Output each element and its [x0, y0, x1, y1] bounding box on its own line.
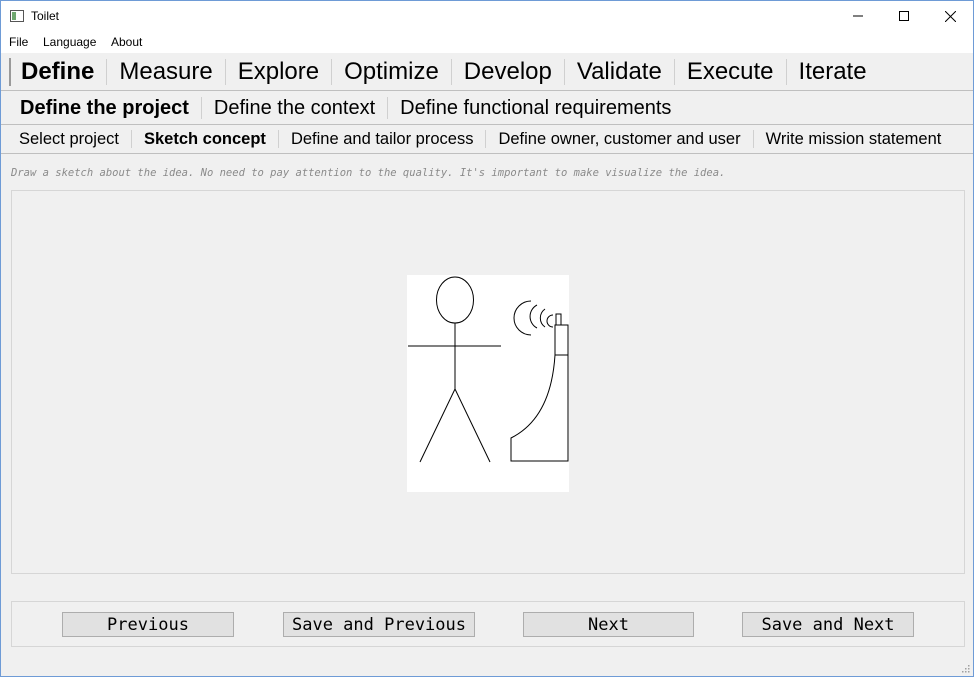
- tab-define-the-project[interactable]: Define the project: [8, 97, 201, 119]
- step-tabs: Select project Sketch concept Define and…: [1, 125, 973, 154]
- app-icon: [10, 10, 24, 22]
- tab-define-owner-customer-user[interactable]: Define owner, customer and user: [485, 129, 752, 149]
- resize-grip-icon[interactable]: [960, 663, 970, 673]
- instruction-text: Draw a sketch about the idea. No need to…: [11, 167, 726, 179]
- navigation-panel: Previous Save and Previous Next Save and…: [11, 601, 965, 647]
- phase-tabs: Define Measure Explore Optimize Develop …: [1, 54, 973, 91]
- tab-write-mission-statement[interactable]: Write mission statement: [752, 129, 954, 149]
- menu-bar: File Language About: [1, 33, 973, 53]
- sensor-wave-3: [529, 304, 538, 329]
- person-head: [436, 276, 474, 324]
- menu-language[interactable]: Language: [43, 35, 96, 49]
- sensor-wave-1: [546, 314, 554, 328]
- close-button[interactable]: [927, 1, 973, 31]
- sketch-image: [407, 275, 569, 492]
- tab-select-project[interactable]: Select project: [7, 130, 131, 148]
- tab-optimize[interactable]: Optimize: [331, 58, 451, 86]
- title-bar: Toilet: [1, 1, 973, 33]
- maximize-icon: [899, 11, 909, 21]
- tab-execute[interactable]: Execute: [673, 58, 786, 86]
- tab-develop[interactable]: Develop: [450, 58, 564, 86]
- tab-validate[interactable]: Validate: [563, 58, 674, 86]
- sensor-wave-2: [539, 308, 546, 328]
- tab-define[interactable]: Define: [9, 58, 106, 85]
- person-right-leg: [454, 388, 491, 463]
- tab-iterate[interactable]: Iterate: [785, 58, 879, 86]
- previous-button[interactable]: Previous: [62, 612, 234, 637]
- close-icon: [944, 10, 956, 22]
- tab-explore[interactable]: Explore: [224, 58, 331, 86]
- sketch-canvas-area[interactable]: [11, 190, 965, 574]
- subphase-tabs: Define the project Define the context De…: [1, 91, 973, 125]
- urinal-outline: [510, 324, 569, 462]
- tab-define-the-context[interactable]: Define the context: [200, 96, 387, 119]
- maximize-button[interactable]: [881, 1, 927, 31]
- tab-define-and-tailor-process[interactable]: Define and tailor process: [277, 129, 486, 149]
- save-and-previous-button[interactable]: Save and Previous: [283, 612, 475, 637]
- minimize-button[interactable]: [835, 1, 881, 31]
- sensor-box: [555, 313, 562, 326]
- tab-define-functional-requirements[interactable]: Define functional requirements: [387, 96, 683, 119]
- tab-sketch-concept[interactable]: Sketch concept: [130, 129, 278, 149]
- tab-measure[interactable]: Measure: [106, 58, 224, 86]
- next-button[interactable]: Next: [523, 612, 694, 637]
- app-window: Toilet File Language About Define Measur…: [0, 0, 974, 677]
- sensor-wave-4: [513, 300, 532, 336]
- menu-about[interactable]: About: [111, 35, 142, 49]
- save-and-next-button[interactable]: Save and Next: [742, 612, 914, 637]
- minimize-icon: [853, 15, 863, 17]
- person-left-leg: [419, 388, 456, 463]
- menu-file[interactable]: File: [9, 35, 28, 49]
- window-title: Toilet: [31, 9, 60, 23]
